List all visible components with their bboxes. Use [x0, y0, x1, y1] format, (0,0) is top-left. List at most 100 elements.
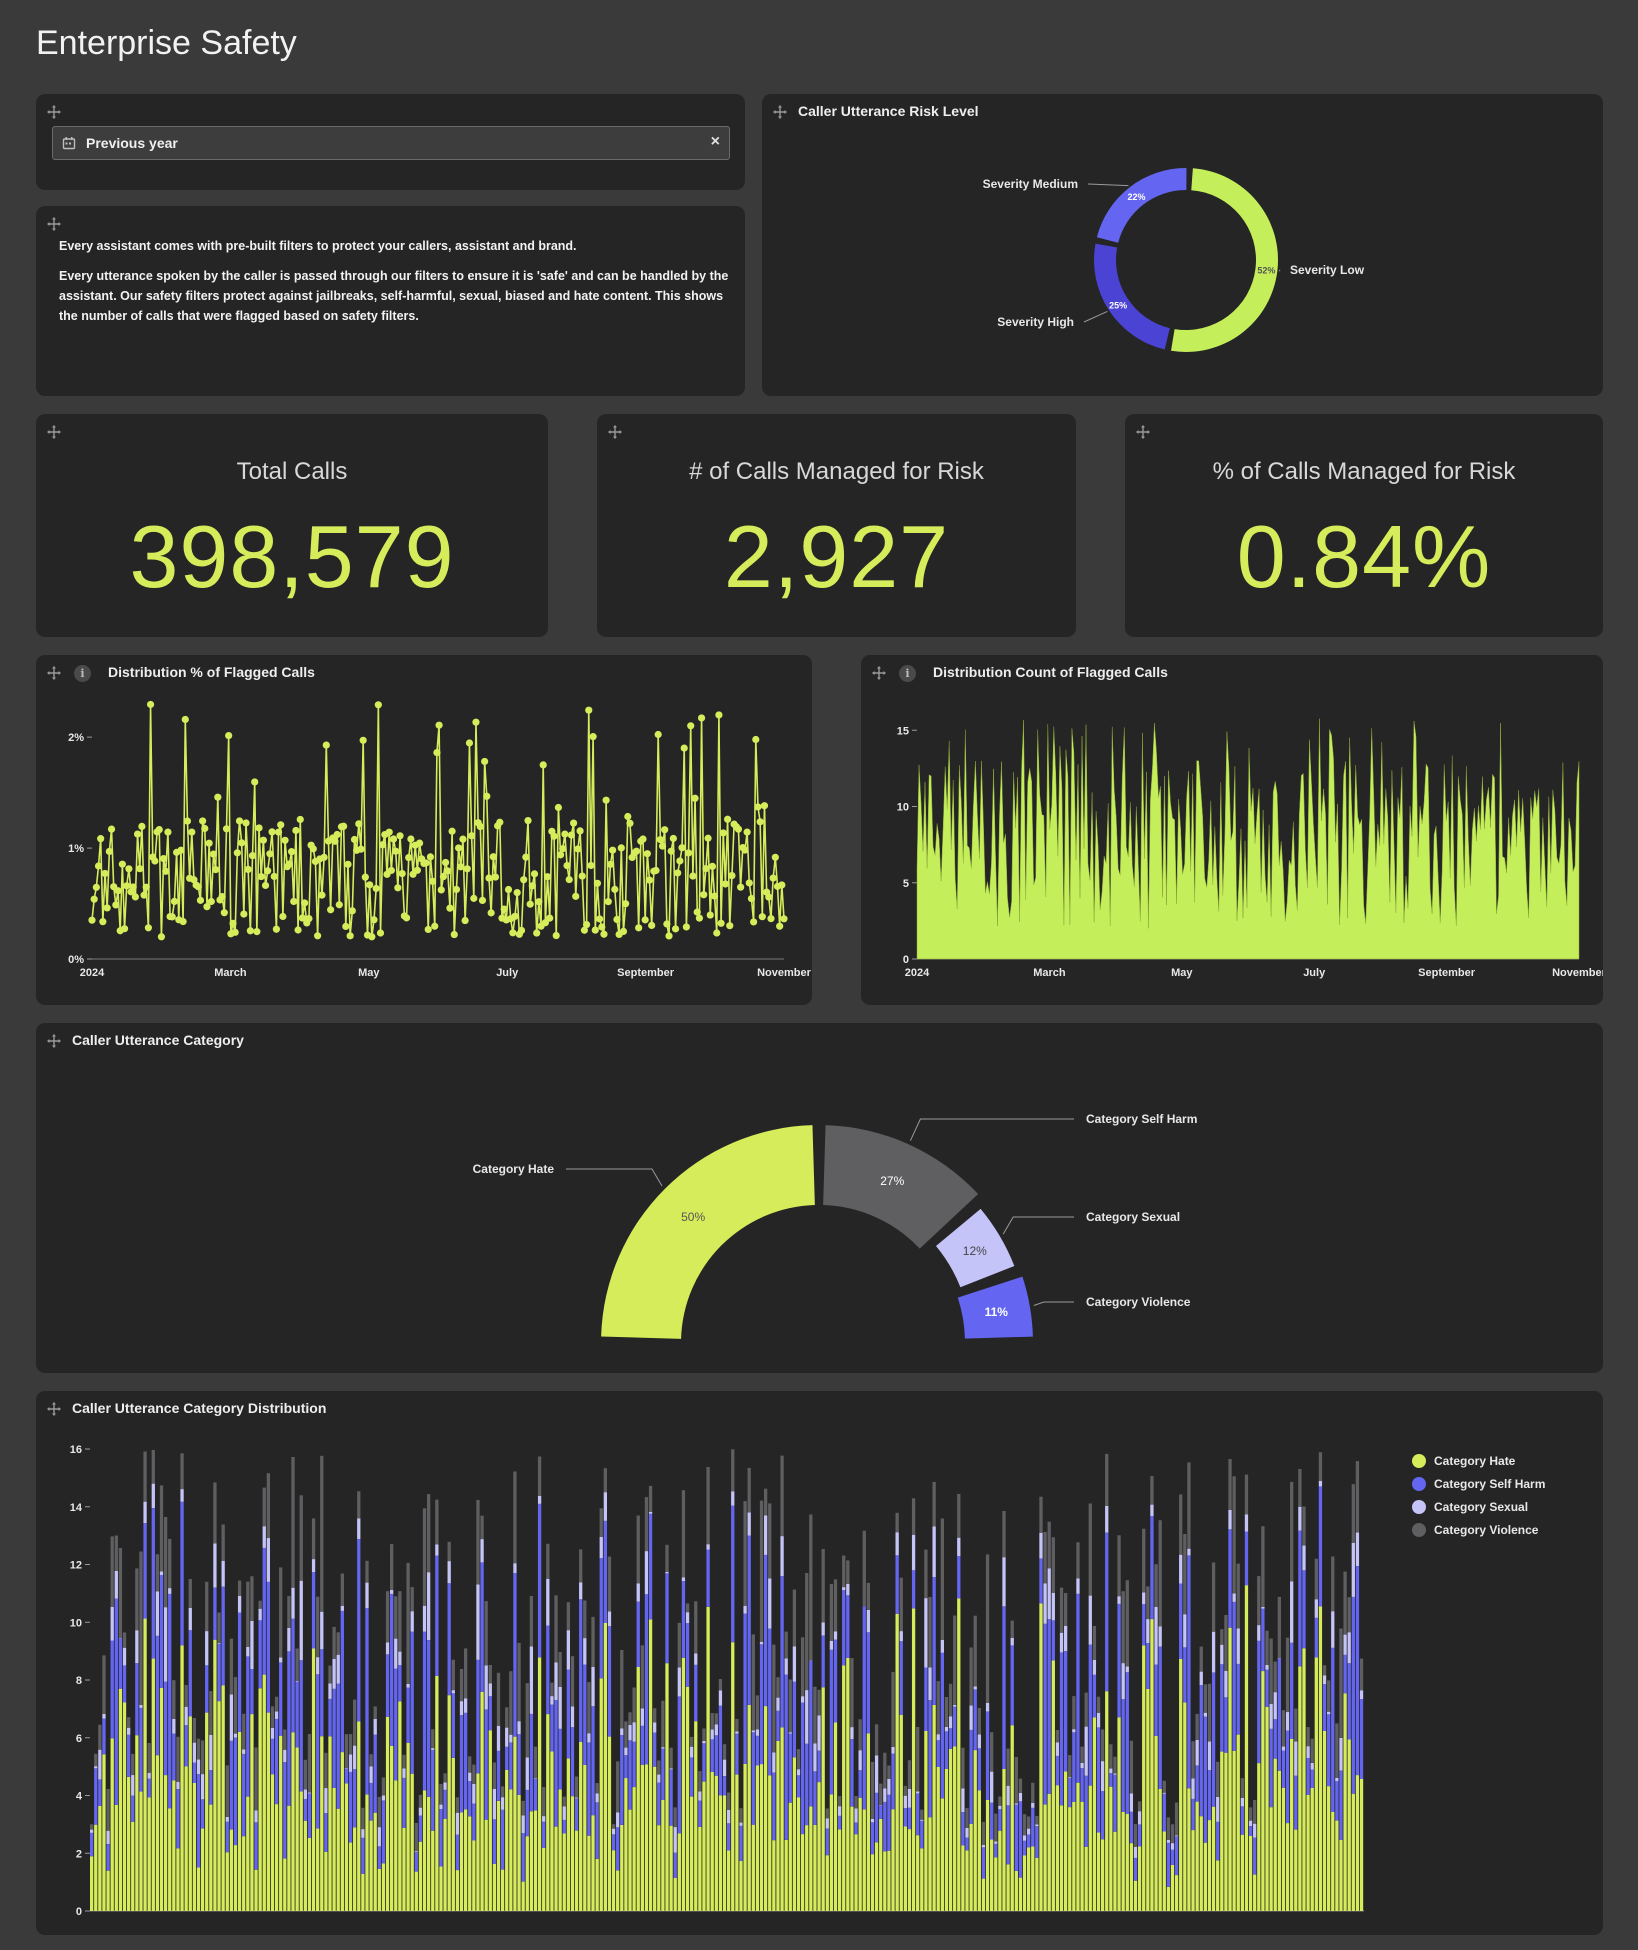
y-tick-label: 0% [68, 954, 84, 966]
date-filter[interactable]: Previous year × [52, 126, 730, 160]
bar-segment [858, 1770, 862, 1798]
bar-segment [1257, 1640, 1261, 1764]
data-point [240, 910, 248, 918]
bar-segment [1158, 1520, 1162, 1627]
data-point [348, 907, 356, 915]
bar-segment [994, 1857, 998, 1911]
bar-segment [706, 1549, 710, 1607]
bar-segment [1068, 1778, 1072, 1808]
bar-segment [850, 1727, 854, 1739]
legend-swatch [1412, 1477, 1426, 1491]
close-icon[interactable]: × [711, 133, 720, 151]
bar-segment [242, 1753, 246, 1837]
bar-segment [1269, 1638, 1273, 1704]
description-paragraph: Every assistant comes with pre-built fil… [59, 239, 577, 253]
move-icon[interactable] [46, 104, 62, 120]
data-point [465, 739, 474, 747]
bar-segment [332, 1688, 336, 1788]
y-tick-label: 16 [70, 1444, 82, 1456]
bar-segment [558, 1686, 562, 1729]
data-point [533, 929, 541, 937]
bar-segment [685, 1612, 690, 1624]
bar-segment [1047, 1521, 1051, 1569]
data-point [415, 839, 424, 847]
bar-segment [1018, 1778, 1023, 1793]
bar-segment [706, 1467, 710, 1545]
bar-segment [443, 1782, 447, 1790]
bar-segment [254, 1869, 258, 1911]
bar-segment [242, 1749, 246, 1754]
bar-segment [1310, 1788, 1314, 1911]
donut-slice [1094, 243, 1170, 350]
x-tick-label: November [757, 967, 812, 979]
bar-segment [426, 1796, 431, 1911]
move-icon[interactable] [607, 424, 623, 440]
bar-segment [147, 1797, 151, 1911]
move-icon[interactable] [1135, 424, 1151, 440]
bar-segment [587, 1742, 591, 1836]
bar-segment [920, 1820, 924, 1849]
bar-segment [439, 1804, 443, 1810]
bar-segment [291, 1618, 295, 1733]
bar-segment [94, 1766, 98, 1769]
data-point [747, 894, 756, 903]
risk-level-donut: 52% Severity Low25%Severity High22%Severi… [983, 168, 1365, 352]
data-point [92, 883, 100, 891]
data-point [235, 817, 244, 825]
bar-segment [1059, 1652, 1064, 1806]
data-point [261, 881, 270, 890]
data-point [682, 923, 690, 931]
bar-segment [583, 1765, 587, 1911]
bar-segment [525, 1836, 529, 1911]
bar-segment [233, 1737, 238, 1846]
bar-segment [348, 1754, 353, 1772]
bar-segment [587, 1682, 591, 1734]
bar-segment [422, 1605, 427, 1632]
bar-segment [517, 1795, 521, 1911]
bar-segment [1055, 1742, 1060, 1756]
bar-segment [1339, 1737, 1343, 1771]
bar-segment [225, 1852, 229, 1911]
bar-segment [139, 1791, 143, 1911]
bar-segment [509, 1671, 513, 1735]
bar-segment [394, 1638, 398, 1669]
bar-segment [961, 1812, 965, 1846]
bar-segment [353, 1745, 357, 1770]
bar-segment [751, 1730, 755, 1733]
bar-segment [747, 1535, 751, 1705]
bar-segment [977, 1734, 981, 1749]
bar-segment [973, 1750, 977, 1911]
bar-segment [258, 1608, 262, 1621]
leader-line [1002, 1216, 1074, 1235]
bar-segment [299, 1660, 303, 1792]
bar-segment [542, 1821, 546, 1848]
bar-segment [554, 1826, 558, 1911]
bar-segment [106, 1844, 110, 1871]
bar-segment [307, 1734, 312, 1793]
bar-segment [533, 1810, 538, 1911]
bar-segment [463, 1809, 468, 1911]
bar-segment [406, 1742, 410, 1911]
bar-segment [694, 1601, 698, 1654]
legend-label: Category Sexual [1434, 1500, 1528, 1514]
data-point [561, 830, 569, 838]
bar-segment [690, 1796, 694, 1911]
bar-segment [168, 1538, 172, 1589]
bar-segment [472, 1803, 476, 1841]
bar-segment [1063, 1651, 1068, 1772]
move-icon[interactable] [46, 216, 62, 232]
bar-segment [657, 1774, 661, 1783]
bar-segment [1080, 1746, 1084, 1763]
data-point [752, 735, 760, 744]
bar-segment [722, 1776, 727, 1796]
bar-segment [1327, 1680, 1331, 1712]
bar-segment [110, 1738, 114, 1911]
data-point [170, 897, 179, 906]
bar-segment [1273, 1758, 1277, 1911]
bar-segment [899, 1714, 903, 1911]
bar-segment [266, 1581, 271, 1713]
bar-segment [410, 1611, 414, 1632]
bar-segment [1347, 1632, 1351, 1664]
bar-segment [624, 1778, 628, 1911]
move-icon[interactable] [46, 424, 62, 440]
